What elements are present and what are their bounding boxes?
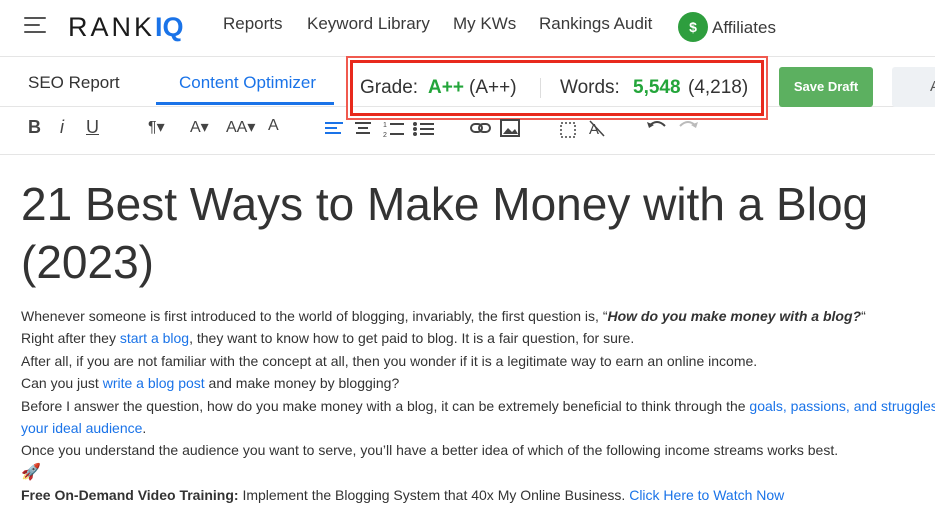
undo-icon[interactable] xyxy=(645,118,669,134)
svg-text:2: 2 xyxy=(383,132,387,138)
rankiq-logo[interactable]: RANKIQ xyxy=(68,12,184,43)
paragraph-legitimate[interactable]: After all, if you are not familiar with … xyxy=(21,353,757,369)
words-label: Words: xyxy=(560,77,620,98)
align-center-icon[interactable] xyxy=(355,121,373,137)
paragraph-goals[interactable]: Before I answer the question, how do you… xyxy=(21,398,935,414)
logo-accent: IQ xyxy=(155,12,184,42)
top-nav: RANKIQ Reports Keyword Library My KWs Ra… xyxy=(0,0,935,57)
words-target: (4,218) xyxy=(688,77,749,98)
image-icon[interactable] xyxy=(500,118,522,138)
tab-content-optimizer[interactable]: Content Optimizer xyxy=(179,73,316,93)
nav-reports[interactable]: Reports xyxy=(223,14,283,34)
bold-button[interactable]: B xyxy=(28,117,41,138)
table-icon[interactable] xyxy=(560,120,578,138)
p5-end: . xyxy=(142,420,147,436)
active-tab-indicator xyxy=(156,102,334,105)
goals-passions-link[interactable]: goals, passions, and struggles xyxy=(749,398,935,414)
p2-end: , they want to know how to get paid to b… xyxy=(189,330,635,346)
link-icon[interactable] xyxy=(470,120,492,136)
underline-button[interactable]: U xyxy=(86,117,99,138)
save-draft-button[interactable]: Save Draft xyxy=(779,67,873,107)
nav-keyword-library[interactable]: Keyword Library xyxy=(307,14,430,34)
logo-main: RANK xyxy=(68,12,156,42)
post-title[interactable]: 21 Best Ways to Make Money with a Blog (… xyxy=(21,175,935,291)
text-color-button[interactable]: A xyxy=(268,117,279,135)
training-label: Free On-Demand Video Training: xyxy=(21,487,239,503)
font-family-button[interactable]: A▾ xyxy=(190,117,209,137)
svg-text:1: 1 xyxy=(383,122,387,129)
p5-start: Before I answer the question, how do you… xyxy=(21,398,750,414)
align-left-icon[interactable] xyxy=(325,121,345,137)
intro-text: Whenever someone is first introduced to … xyxy=(21,308,608,324)
nav-my-kws[interactable]: My KWs xyxy=(453,14,516,34)
write-a-blog-post-link[interactable]: write a blog post xyxy=(103,375,205,391)
ideal-audience-link[interactable]: your ideal audience xyxy=(21,420,142,436)
p4-end: and make money by blogging? xyxy=(204,375,400,391)
secondary-button-label: A xyxy=(930,78,935,95)
grade-value: A++ xyxy=(428,77,464,98)
start-a-blog-link[interactable]: start a blog xyxy=(120,330,189,346)
watch-now-link[interactable]: Click Here to Watch Now xyxy=(629,487,784,503)
hamburger-menu-icon[interactable] xyxy=(24,17,46,35)
rocket-icon: 🚀 xyxy=(21,464,41,481)
paragraph-start-blog[interactable]: Right after they start a blog, they want… xyxy=(21,330,634,346)
intro-question: How do you make money with a blog? xyxy=(607,308,862,324)
paragraph-goals-cont[interactable]: your ideal audience. xyxy=(21,420,146,436)
editor-toolbar xyxy=(0,106,935,155)
secondary-button[interactable]: A xyxy=(892,67,935,107)
words-value: 5,548 xyxy=(633,77,681,98)
paragraph-intro[interactable]: Whenever someone is first introduced to … xyxy=(21,308,866,324)
font-size-button[interactable]: AA▾ xyxy=(226,117,255,137)
tab-seo-report[interactable]: SEO Report xyxy=(28,73,120,93)
post-title-line1: 21 Best Ways to Make Money with a Blog xyxy=(21,178,869,230)
paragraph-format-button[interactable]: ¶▾ xyxy=(148,117,165,137)
dollar-icon[interactable]: $ xyxy=(678,12,708,42)
paragraph-write-post[interactable]: Can you just write a blog post and make … xyxy=(21,375,399,391)
italic-button[interactable]: i xyxy=(60,117,64,138)
paragraph-training[interactable]: Free On-Demand Video Training: Implement… xyxy=(21,487,784,503)
intro-end: “ xyxy=(861,308,866,324)
nav-affiliates[interactable]: Affiliates xyxy=(712,18,776,38)
grade-target: (A++) xyxy=(469,77,517,98)
training-text: Implement the Blogging System that 40x M… xyxy=(238,487,630,503)
paragraph-audience[interactable]: Once you understand the audience you wan… xyxy=(21,442,838,458)
p4-start: Can you just xyxy=(21,375,103,391)
post-title-line2: (2023) xyxy=(21,236,154,288)
grade-label: Grade: xyxy=(360,77,419,98)
bullet-list-icon[interactable] xyxy=(413,120,435,138)
clear-format-icon[interactable]: A xyxy=(588,119,606,137)
redo-icon[interactable] xyxy=(676,118,700,134)
ordered-list-icon[interactable]: 1 2 xyxy=(383,120,405,138)
nav-rankings-audit[interactable]: Rankings Audit xyxy=(539,14,652,34)
p2-start: Right after they xyxy=(21,330,120,346)
metrics-divider xyxy=(540,78,541,98)
